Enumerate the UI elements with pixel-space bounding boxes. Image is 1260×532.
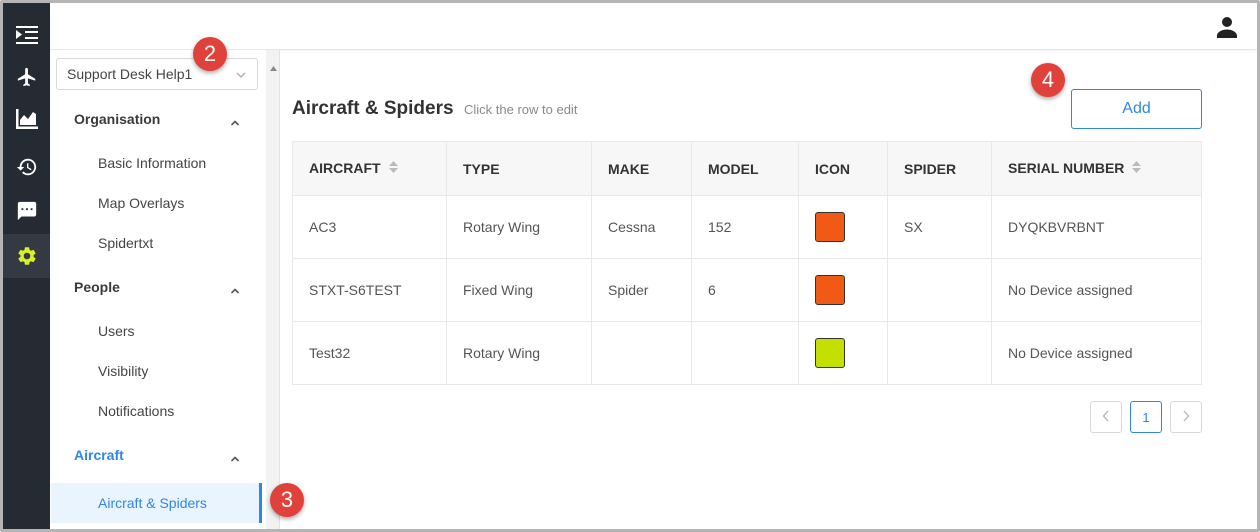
cell-spider [887,321,992,385]
column-header-make: MAKE [591,141,692,196]
sidebar-item-label: Aircraft & Spiders [98,495,207,511]
add-button[interactable]: Add [1071,89,1202,129]
sidebar-scrollbar[interactable] [266,50,280,529]
section-title: Organisation [74,111,161,127]
pagination-next-button[interactable] [1170,401,1202,433]
top-header [50,3,1257,50]
cell-icon [798,258,888,322]
cell-serial: No Device assigned [991,258,1202,322]
cell-make [591,321,692,385]
chevron-up-icon [230,450,240,466]
chevron-right-icon [1182,410,1190,425]
column-header-type: TYPE [446,141,592,196]
page-title: Aircraft & Spiders [292,98,454,119]
organisation-select[interactable]: Support Desk Help1 [56,58,258,90]
cell-spider: SX [887,195,992,259]
section-title: Aircraft [74,447,124,463]
section-organisation[interactable]: Organisation [74,111,254,131]
aircraft-color-swatch [815,338,845,368]
section-aircraft[interactable]: Aircraft [74,447,254,467]
table-row[interactable]: Test32 Rotary Wing No Device assigned [292,321,1202,385]
cell-aircraft: Test32 [292,321,447,385]
sidebar-item-visibility[interactable]: Visibility [98,363,148,379]
page-hint: Click the row to edit [464,102,578,117]
aircraft-color-swatch [815,212,845,242]
airplane-icon[interactable] [3,55,50,99]
cell-spider [887,258,992,322]
user-icon[interactable] [1215,15,1239,44]
sidebar-item-notifications[interactable]: Notifications [98,403,174,419]
sidebar-item-basic-information[interactable]: Basic Information [98,155,206,171]
cell-model: 6 [691,258,799,322]
indent-menu-icon[interactable] [3,13,50,57]
scroll-up-arrow-icon[interactable] [270,58,277,76]
column-header-aircraft[interactable]: AIRCRAFT [292,141,447,196]
cell-type: Rotary Wing [446,195,592,259]
column-header-model: MODEL [691,141,799,196]
cell-type: Fixed Wing [446,258,592,322]
app-window: Support Desk Help1 Organisation Basic In… [0,0,1260,532]
column-header-serial-number[interactable]: SERIAL NUMBER [991,141,1202,196]
chevron-left-icon [1102,410,1110,425]
column-label: AIRCRAFT [309,159,381,176]
cell-aircraft: STXT-S6TEST [292,258,447,322]
cell-model: 152 [691,195,799,259]
cell-icon [798,321,888,385]
aircraft-table: AIRCRAFT TYPE MAKE MODEL ICON SPIDER SER… [292,141,1202,385]
organisation-select-value: Support Desk Help1 [67,66,193,82]
settings-sidebar: Support Desk Help1 Organisation Basic In… [50,50,266,529]
aircraft-color-swatch [815,275,845,305]
gear-icon[interactable] [3,234,50,278]
section-people[interactable]: People [74,279,254,299]
chevron-down-icon [235,68,247,84]
pagination-page-button[interactable]: 1 [1130,401,1162,433]
chevron-up-icon [230,114,240,130]
cell-serial: DYQKBVRBNT [991,195,1202,259]
sort-icon[interactable] [388,160,398,177]
cell-aircraft: AC3 [292,195,447,259]
history-icon[interactable] [3,145,50,189]
callout-badge: 4 [1031,63,1065,97]
bar-chart-icon[interactable] [3,97,50,141]
cell-serial: No Device assigned [991,321,1202,385]
chat-icon[interactable] [3,189,50,233]
sidebar-item-spidertxt[interactable]: Spidertxt [98,235,153,251]
table-header-row: AIRCRAFT TYPE MAKE MODEL ICON SPIDER SER… [292,141,1202,196]
cell-icon [798,195,888,259]
table-row[interactable]: AC3 Rotary Wing Cessna 152 SX DYQKBVRBNT [292,195,1202,259]
callout-badge: 3 [270,483,304,517]
cell-make: Spider [591,258,692,322]
cell-model [691,321,799,385]
column-label: SERIAL NUMBER [1008,159,1125,176]
column-header-spider: SPIDER [887,141,992,196]
sidebar-item-users[interactable]: Users [98,323,135,339]
icon-rail [3,3,50,529]
sort-icon[interactable] [1132,160,1142,177]
table-row[interactable]: STXT-S6TEST Fixed Wing Spider 6 No Devic… [292,258,1202,322]
chevron-up-icon [230,282,240,298]
cell-type: Rotary Wing [446,321,592,385]
sidebar-item-map-overlays[interactable]: Map Overlays [98,195,184,211]
section-title: People [74,279,120,295]
sidebar-item-aircraft-spiders[interactable]: Aircraft & Spiders [51,483,262,523]
pagination-prev-button[interactable] [1090,401,1122,433]
cell-make: Cessna [591,195,692,259]
column-header-icon: ICON [798,141,888,196]
callout-badge: 2 [193,37,227,71]
